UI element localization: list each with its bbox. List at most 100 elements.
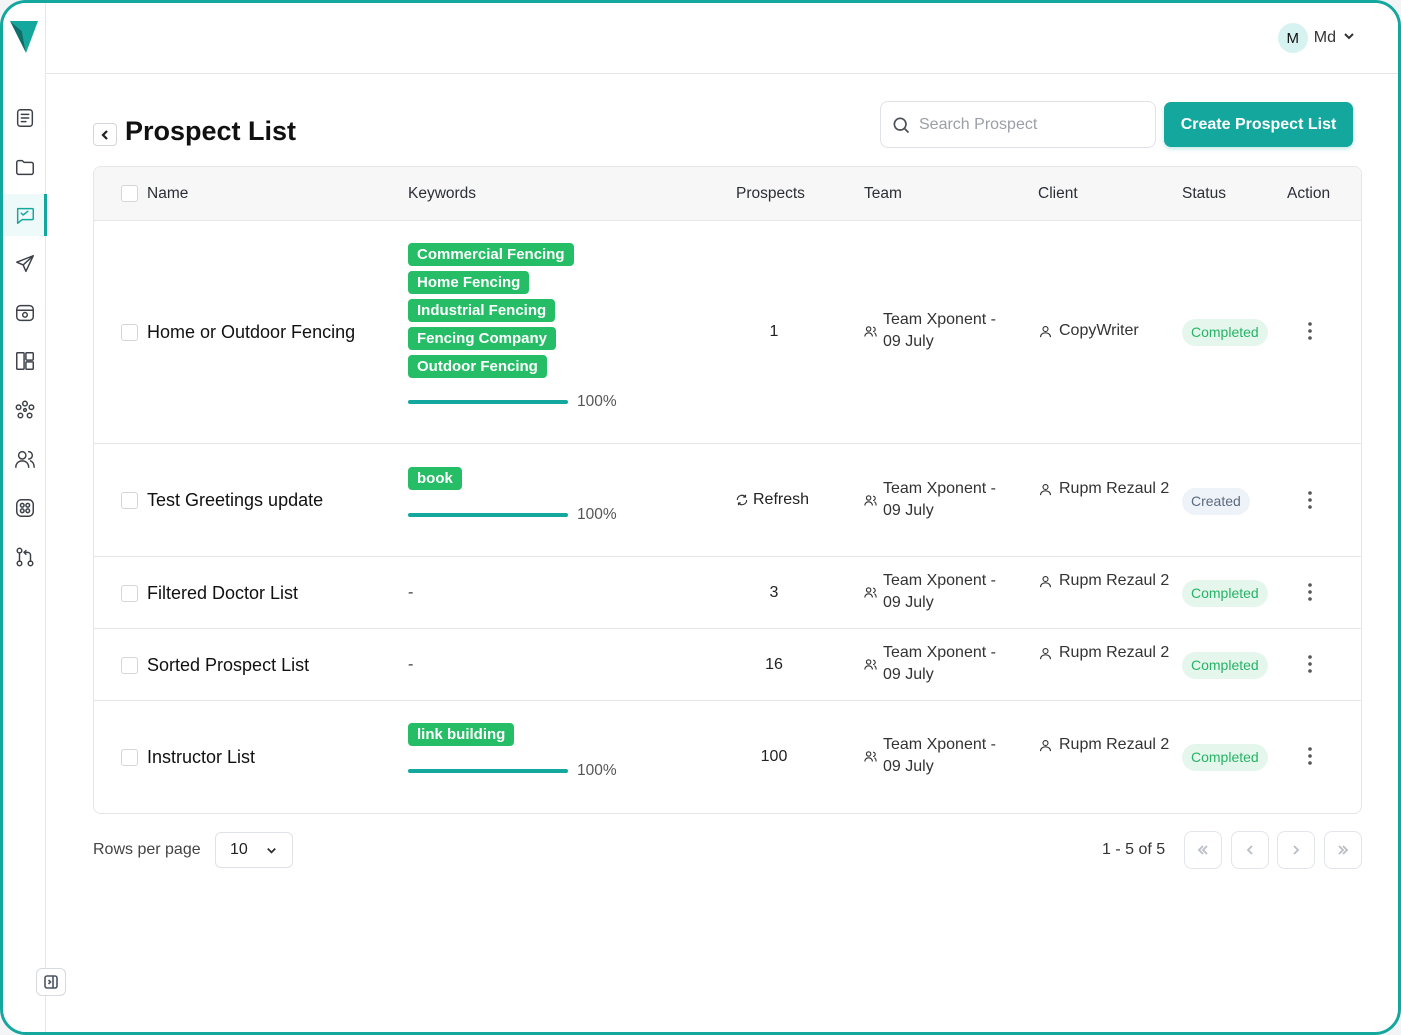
user-menu[interactable]: M Md bbox=[1277, 22, 1356, 54]
sidebar-item-users[interactable] bbox=[3, 438, 46, 480]
sidebar-item-campaigns[interactable] bbox=[3, 243, 46, 285]
sidebar-item-prospects[interactable] bbox=[3, 194, 47, 236]
refresh-label: Refresh bbox=[753, 491, 810, 508]
prospect-name[interactable]: Home or Outdoor Fencing bbox=[147, 322, 355, 343]
column-header-client[interactable]: Client bbox=[1038, 185, 1078, 203]
row-checkbox[interactable] bbox=[121, 492, 138, 509]
keyword-tags: book bbox=[408, 467, 462, 490]
row-actions-button[interactable] bbox=[1299, 489, 1321, 511]
prospect-name[interactable]: Instructor List bbox=[147, 747, 255, 768]
rows-per-page-label: Rows per page bbox=[93, 841, 201, 858]
chevron-down-icon bbox=[1342, 29, 1356, 48]
row-checkbox[interactable] bbox=[121, 585, 138, 602]
sidebar-toggle-button[interactable] bbox=[36, 968, 66, 996]
team-icon bbox=[864, 325, 877, 337]
row-checkbox[interactable] bbox=[121, 324, 138, 341]
row-actions-button[interactable] bbox=[1299, 581, 1321, 603]
keyword-tag: Home Fencing bbox=[408, 271, 530, 294]
sidebar-item-folders[interactable] bbox=[3, 146, 46, 188]
keyword-tags: Commercial Fencing Home Fencing Industri… bbox=[408, 243, 574, 378]
apps-icon bbox=[15, 499, 34, 517]
prospect-name[interactable]: Test Greetings update bbox=[147, 490, 323, 511]
next-page-button[interactable] bbox=[1277, 831, 1315, 869]
more-vertical-icon bbox=[1308, 655, 1312, 673]
prospect-name[interactable]: Filtered Doctor List bbox=[147, 583, 298, 604]
table-row: Home or Outdoor Fencing Commercial Fenci… bbox=[94, 221, 1361, 444]
keyword-tag: Outdoor Fencing bbox=[408, 355, 547, 378]
sidebar-item-integrations[interactable] bbox=[3, 487, 46, 529]
sidebar-item-inbox[interactable] bbox=[3, 292, 46, 334]
rows-per-page-select[interactable]: 10 bbox=[215, 832, 293, 868]
keyword-tag: Fencing Company bbox=[408, 327, 557, 350]
team-name: Team Xponent - 09 July bbox=[883, 736, 996, 775]
client-cell: Rupm Rezaul 2 bbox=[1038, 642, 1184, 664]
prospect-name[interactable]: Sorted Prospect List bbox=[147, 655, 309, 676]
back-button[interactable] bbox=[93, 123, 117, 146]
select-all-checkbox[interactable] bbox=[121, 185, 138, 202]
chevron-right-icon bbox=[1293, 845, 1300, 855]
sidebar-item-network[interactable] bbox=[3, 389, 46, 431]
prospect-count: 100 bbox=[760, 748, 788, 765]
keyword-progress: 100% bbox=[408, 762, 617, 780]
table-row: Sorted Prospect List - 16 Team Xponent -… bbox=[94, 629, 1361, 701]
client-name: Rupm Rezaul 2 bbox=[1059, 572, 1170, 589]
team-icon bbox=[864, 750, 877, 762]
column-header-prospects[interactable]: Prospects bbox=[736, 185, 805, 203]
document-icon bbox=[16, 109, 33, 127]
top-bar: M Md bbox=[46, 3, 1398, 74]
create-prospect-list-button[interactable]: Create Prospect List bbox=[1164, 102, 1353, 147]
row-checkbox[interactable] bbox=[121, 749, 138, 766]
status-badge: Completed bbox=[1182, 744, 1268, 771]
chevron-left-icon bbox=[1246, 845, 1253, 855]
column-header-status[interactable]: Status bbox=[1182, 185, 1226, 203]
progress-percent: 100% bbox=[577, 762, 617, 779]
column-header-name[interactable]: Name bbox=[147, 185, 188, 203]
more-vertical-icon bbox=[1308, 583, 1312, 601]
user-icon bbox=[1039, 647, 1052, 659]
team-icon bbox=[864, 494, 877, 506]
progress-percent: 100% bbox=[577, 393, 617, 410]
team-cell: Team Xponent - 09 July bbox=[863, 478, 1008, 522]
keyword-tags: link building bbox=[408, 723, 515, 746]
prospect-count: 1 bbox=[769, 323, 779, 340]
first-page-button[interactable] bbox=[1184, 831, 1222, 869]
logo-icon[interactable] bbox=[8, 17, 40, 55]
chat-list-icon bbox=[16, 207, 34, 224]
keywords-empty: - bbox=[408, 656, 414, 673]
column-header-team[interactable]: Team bbox=[864, 185, 902, 203]
team-name: Team Xponent - 09 July bbox=[883, 311, 996, 350]
previous-page-button[interactable] bbox=[1231, 831, 1269, 869]
row-actions-button[interactable] bbox=[1299, 745, 1321, 767]
keyword-tag: Commercial Fencing bbox=[408, 243, 574, 266]
chevron-down-icon bbox=[267, 847, 276, 854]
row-checkbox[interactable] bbox=[121, 657, 138, 674]
search-icon bbox=[893, 117, 910, 133]
client-name: Rupm Rezaul 2 bbox=[1059, 736, 1170, 753]
client-name: CopyWriter bbox=[1059, 322, 1139, 339]
refresh-icon bbox=[736, 494, 748, 506]
progress-percent: 100% bbox=[577, 506, 617, 523]
sidebar-item-documents[interactable] bbox=[3, 97, 46, 139]
app-window: M Md Prospect List Create Prospect List … bbox=[0, 0, 1401, 1035]
keyword-tag: Industrial Fencing bbox=[408, 299, 556, 322]
last-page-button[interactable] bbox=[1324, 831, 1362, 869]
row-actions-button[interactable] bbox=[1299, 653, 1321, 675]
search-box[interactable] bbox=[880, 101, 1156, 148]
column-header-keywords[interactable]: Keywords bbox=[408, 185, 476, 203]
prospect-table: Name Keywords Prospects Team Client Stat… bbox=[93, 166, 1362, 814]
keywords-empty: - bbox=[408, 584, 414, 601]
refresh-button[interactable]: Refresh bbox=[735, 491, 809, 509]
sidebar-item-workflows[interactable] bbox=[3, 536, 46, 578]
row-actions-button[interactable] bbox=[1299, 320, 1321, 342]
team-icon bbox=[864, 658, 877, 670]
team-cell: Team Xponent - 09 July bbox=[863, 642, 1008, 686]
team-icon bbox=[864, 586, 877, 598]
keyword-tag: book bbox=[408, 467, 462, 490]
sidebar-item-boards[interactable] bbox=[3, 340, 46, 382]
git-icon bbox=[15, 547, 34, 567]
layout-icon bbox=[15, 352, 34, 370]
client-cell: CopyWriter bbox=[1038, 320, 1184, 342]
client-cell: Rupm Rezaul 2 bbox=[1038, 734, 1184, 756]
search-input[interactable] bbox=[919, 115, 1139, 134]
sidebar bbox=[3, 3, 47, 1032]
